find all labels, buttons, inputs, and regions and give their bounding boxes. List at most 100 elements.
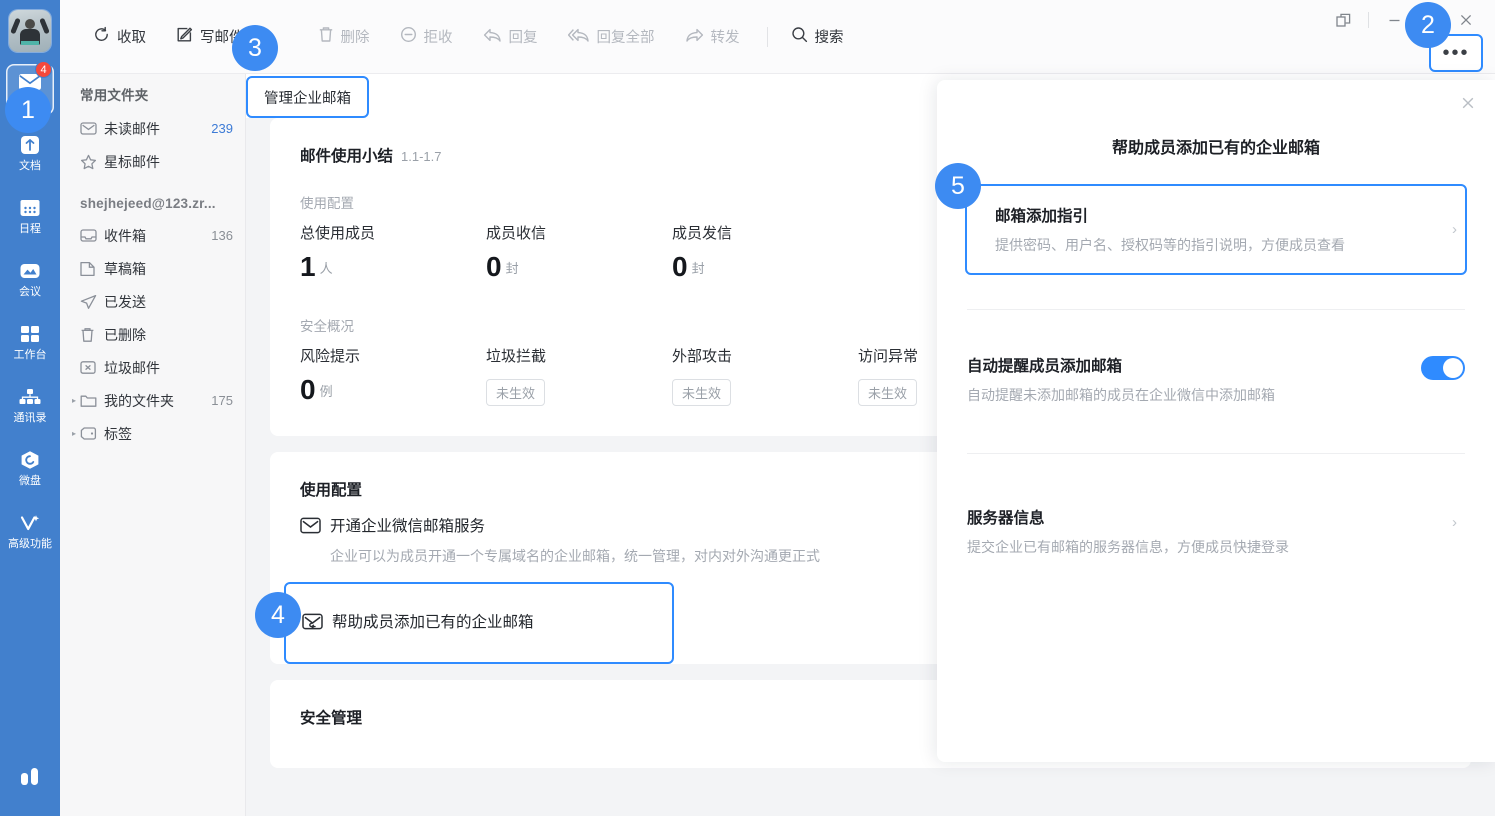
refresh-icon	[93, 26, 110, 47]
folder-count-my-folders: 175	[211, 393, 233, 408]
folder-label-my-folders: 我的文件夹	[104, 391, 211, 411]
folder-label-drafts: 草稿箱	[104, 259, 233, 279]
reply-all-icon	[568, 27, 590, 47]
document-icon	[19, 132, 41, 158]
more-dots-icon: •••	[1442, 42, 1469, 65]
option-open-mail-service-title: 开通企业微信邮箱服务	[330, 514, 820, 536]
rail-label-drive: 微盘	[19, 474, 41, 489]
stat-number-risk-alert: 0	[300, 374, 316, 405]
folder-item-spam[interactable]: 垃圾邮件	[60, 351, 245, 384]
folder-account-email: shejhejeed@123.zr...	[60, 178, 245, 219]
calendar-icon	[19, 195, 41, 221]
folder-item-drafts[interactable]: 草稿箱	[60, 252, 245, 285]
stat-label-member-received: 成员收信	[486, 222, 672, 243]
rail-item-document[interactable]: 文档	[6, 127, 54, 178]
folder-item-sent[interactable]: 已发送	[60, 285, 245, 318]
help-add-mailbox-drawer: 帮助成员添加已有的企业邮箱 邮箱添加指引 提供密码、用户名、授权码等的指引说明，…	[937, 80, 1495, 762]
close-button[interactable]	[1449, 5, 1483, 35]
folder-count-inbox: 136	[211, 228, 233, 243]
status-badge-access-anomaly: 未生效	[858, 379, 917, 406]
folder-label-tags: 标签	[104, 424, 233, 444]
stat-unit-risk-alert: 例	[320, 384, 333, 399]
drive-icon	[19, 447, 41, 473]
unread-mail-icon	[80, 121, 104, 136]
stat-unit-member-sent: 封	[692, 261, 705, 276]
folder-item-inbox[interactable]: 收件箱 136	[60, 219, 245, 252]
drawer-item-auto-remind-title: 自动提醒成员添加邮箱	[967, 354, 1435, 376]
advanced-icon	[19, 510, 41, 536]
reject-button[interactable]: 拒收	[387, 20, 466, 54]
drawer-close-icon[interactable]	[1455, 90, 1481, 116]
sent-icon	[80, 294, 104, 310]
mail-service-icon	[300, 514, 330, 540]
stat-label-risk-alert: 风险提示	[300, 345, 486, 366]
tab-manage-label: 管理企业邮箱	[264, 87, 351, 108]
rail-item-contacts[interactable]: 通讯录	[6, 379, 54, 430]
chevron-right-icon[interactable]: ▸	[68, 396, 80, 405]
reply-label: 回复	[509, 26, 538, 47]
folder-label-spam: 垃圾邮件	[104, 358, 233, 378]
user-avatar[interactable]	[9, 10, 51, 52]
forward-button[interactable]: 转发	[672, 20, 753, 54]
tag-icon	[80, 426, 104, 441]
tab-manage-enterprise-mailbox[interactable]: 管理企业邮箱	[246, 76, 369, 118]
drawer-divider-1	[967, 309, 1465, 310]
step-marker-4: 4	[255, 592, 301, 638]
drawer-body: 邮箱添加指引 提供密码、用户名、授权码等的指引说明，方便成员查看 › 自动提醒成…	[937, 184, 1495, 577]
mail-unread-badge: 4	[35, 61, 52, 78]
rail-item-workbench[interactable]: 工作台	[6, 316, 54, 367]
stat-label-member-sent: 成员发信	[672, 222, 858, 243]
folder-item-my-folders[interactable]: ▸ 我的文件夹 175	[60, 384, 245, 417]
option-open-mail-service-desc: 企业可以为成员开通一个专属域名的企业邮箱，统一管理，对内对外沟通更正式	[330, 546, 820, 566]
rail-bottom-actions[interactable]	[0, 765, 60, 792]
contacts-icon	[18, 384, 42, 410]
option-help-members-add-mailbox[interactable]: 帮助成员添加已有的企业邮箱	[284, 582, 674, 664]
auto-remind-toggle[interactable]	[1421, 356, 1465, 380]
stat-value-total-members: 1人	[300, 247, 486, 289]
stat-value-member-received: 0封	[486, 247, 672, 289]
rail-item-drive[interactable]: 微盘	[6, 442, 54, 493]
step-marker-1: 1	[5, 87, 51, 133]
rail-label-contacts: 通讯录	[14, 411, 47, 426]
reply-all-button[interactable]: 回复全部	[555, 20, 668, 54]
stat-member-sent: 成员发信 0封	[672, 222, 858, 289]
stat-number-member-received: 0	[486, 251, 502, 282]
rail-label-calendar: 日程	[19, 222, 41, 237]
inbox-icon	[80, 228, 104, 243]
search-button[interactable]: 搜索	[778, 20, 857, 54]
drawer-item-server-info[interactable]: 服务器信息 提交企业已有邮箱的服务器信息，方便成员快捷登录 ›	[967, 468, 1465, 577]
delete-button[interactable]: 删除	[305, 20, 383, 54]
folder-item-starred[interactable]: 星标邮件	[60, 145, 245, 178]
mail-add-icon	[302, 610, 332, 636]
new-window-icon[interactable]	[1326, 5, 1360, 35]
folder-item-tags[interactable]: ▸ 标签	[60, 417, 245, 450]
folder-item-deleted[interactable]: 已删除	[60, 318, 245, 351]
receive-button[interactable]: 收取	[80, 20, 159, 54]
stat-external-attack: 外部攻击 未生效	[672, 345, 858, 412]
drawer-item-auto-remind-desc: 自动提醒未添加邮箱的成员在企业微信中添加邮箱	[967, 385, 1435, 405]
rail-label-workbench: 工作台	[14, 348, 47, 363]
drawer-item-mailbox-guide[interactable]: 邮箱添加指引 提供密码、用户名、授权码等的指引说明，方便成员查看 ›	[965, 184, 1467, 275]
rail-item-calendar[interactable]: 日程	[6, 190, 54, 241]
reply-icon	[483, 27, 502, 47]
reply-button[interactable]: 回复	[470, 20, 551, 54]
folder-label-deleted: 已删除	[104, 325, 233, 345]
summary-date-range: 1.1-1.7	[401, 149, 441, 164]
receive-label: 收取	[117, 26, 146, 47]
meeting-icon	[19, 258, 41, 284]
stat-risk-alert: 风险提示 0例	[300, 345, 486, 412]
reject-label: 拒收	[424, 26, 453, 47]
chevron-right-icon-tags[interactable]: ▸	[68, 429, 80, 438]
step-marker-5: 5	[935, 163, 981, 209]
stat-total-members: 总使用成员 1人	[300, 222, 486, 289]
stat-value-risk-alert: 0例	[300, 370, 486, 412]
folder-item-unread[interactable]: 未读邮件 239	[60, 112, 245, 145]
rail-label-meeting: 会议	[19, 285, 41, 300]
rail-item-meeting[interactable]: 会议	[6, 253, 54, 304]
search-label: 搜索	[815, 26, 844, 47]
rail-item-advanced[interactable]: 高级功能	[6, 505, 54, 556]
stat-unit-total-members: 人	[320, 261, 333, 276]
drawer-divider-2	[967, 453, 1465, 454]
reject-icon	[400, 26, 417, 47]
stats-icon	[18, 765, 42, 792]
